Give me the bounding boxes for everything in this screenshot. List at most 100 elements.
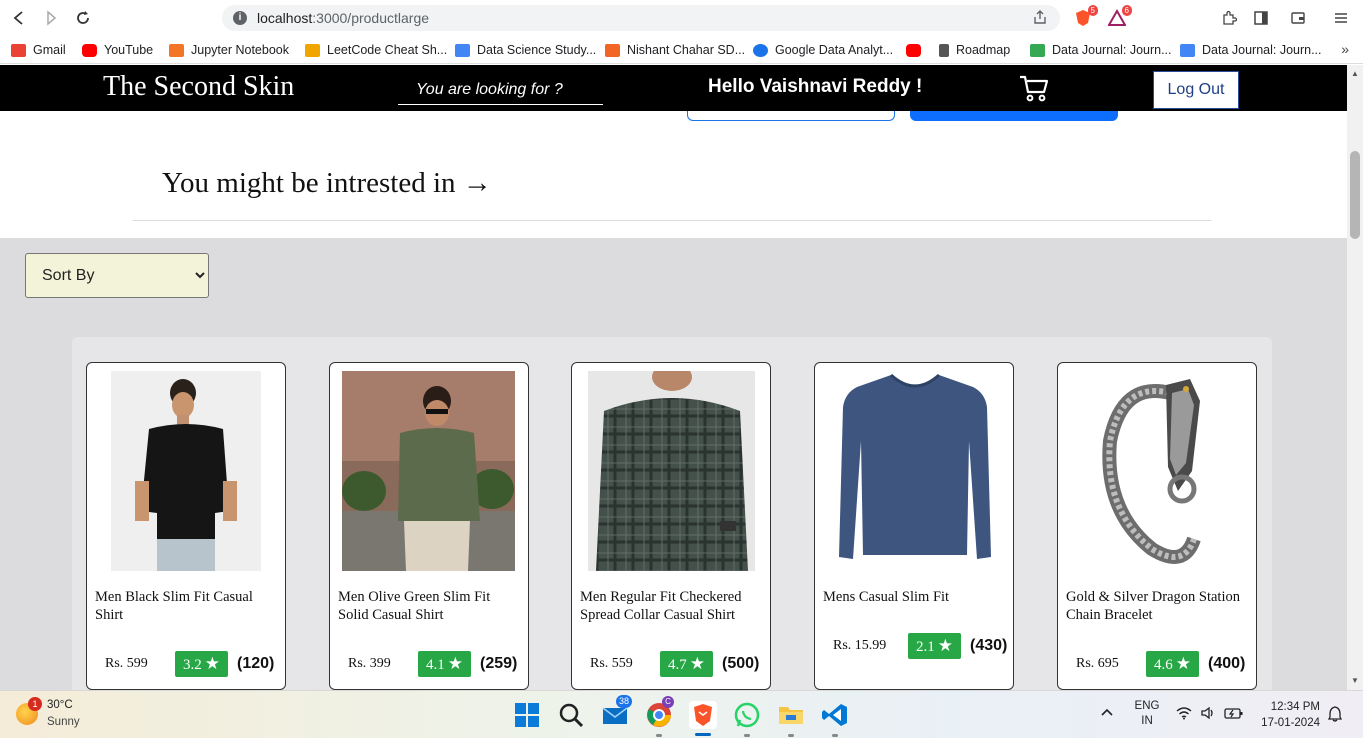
site-info-icon[interactable]: i bbox=[233, 11, 247, 25]
product-name[interactable]: Gold & Silver Dragon Station Chain Brace… bbox=[1066, 588, 1250, 624]
logout-button[interactable]: Log Out bbox=[1153, 71, 1239, 109]
search-icon[interactable] bbox=[557, 701, 585, 729]
product-image[interactable] bbox=[1082, 371, 1232, 571]
mail-icon[interactable]: 38 bbox=[601, 695, 633, 729]
product-card[interactable]: Men Black Slim Fit Casual Shirt Rs. 599 … bbox=[86, 362, 286, 690]
star-icon: ★ bbox=[204, 654, 220, 673]
jupyter-icon bbox=[169, 43, 184, 57]
whatsapp-running-indicator bbox=[744, 734, 750, 737]
product-name[interactable]: Men Olive Green Slim Fit Solid Casual Sh… bbox=[338, 588, 522, 624]
brand-logo[interactable]: The Second Skin bbox=[103, 71, 294, 103]
menu-icon[interactable] bbox=[1333, 10, 1349, 30]
chrome-profile-icon: C bbox=[662, 696, 674, 708]
sort-by-select[interactable]: Sort By bbox=[25, 253, 209, 298]
brave-rewards-icon[interactable]: 6 bbox=[1107, 5, 1132, 27]
product-image[interactable] bbox=[111, 371, 261, 571]
coursera-icon bbox=[753, 43, 768, 57]
partial-outline-button[interactable] bbox=[687, 111, 895, 121]
bookmark-youtube[interactable]: YouTube bbox=[82, 42, 153, 58]
chrome-icon[interactable]: C bbox=[645, 696, 674, 729]
more-bookmarks-icon[interactable]: » bbox=[1341, 41, 1349, 57]
product-price: Rs. 599 bbox=[105, 656, 148, 671]
product-card[interactable]: Gold & Silver Dragon Station Chain Brace… bbox=[1057, 362, 1257, 690]
bookmark-label: Data Journal: Journ... bbox=[1052, 43, 1172, 57]
wallet-icon[interactable] bbox=[1290, 10, 1306, 30]
star-icon: ★ bbox=[1175, 654, 1191, 673]
reload-icon[interactable] bbox=[73, 8, 93, 28]
user-greeting: Hello Vaishnavi Reddy ! bbox=[708, 76, 923, 97]
forward-icon[interactable] bbox=[41, 8, 61, 28]
product-card[interactable]: Men Regular Fit Checkered Spread Collar … bbox=[571, 362, 771, 690]
rating-count: (500) bbox=[722, 655, 760, 672]
system-clock[interactable]: 12:34 PM 17-01-2024 bbox=[1258, 699, 1320, 731]
bookmark-gmail[interactable]: Gmail bbox=[11, 42, 66, 58]
rating-value: 4.6 bbox=[1154, 657, 1173, 673]
products-panel: Men Black Slim Fit Casual Shirt Rs. 599 … bbox=[72, 337, 1272, 690]
bookmarks-bar: Gmail YouTube Jupyter Notebook LeetCode … bbox=[0, 36, 1363, 64]
share-icon[interactable] bbox=[1032, 9, 1048, 28]
rating-badge: 3.2 ★ bbox=[175, 651, 228, 677]
product-name[interactable]: Men Regular Fit Checkered Spread Collar … bbox=[580, 588, 764, 624]
notification-bell-icon[interactable] bbox=[1327, 706, 1343, 727]
weather-description[interactable]: Sunny bbox=[47, 716, 80, 728]
product-card[interactable]: Mens Casual Slim Fit Rs. 15.99 2.1 ★ (430… bbox=[814, 362, 1014, 690]
product-name[interactable]: Mens Casual Slim Fit bbox=[823, 588, 1007, 606]
url-text[interactable]: localhost:3000/productlarge bbox=[257, 10, 429, 26]
bookmark-roadmap[interactable]: Roadmap bbox=[939, 42, 1010, 58]
sidebar-icon[interactable] bbox=[1253, 10, 1269, 30]
star-icon: ★ bbox=[447, 654, 463, 673]
page-scrollbar[interactable]: ▲ ▼ bbox=[1347, 65, 1363, 690]
bookmark-google-data-analytics[interactable]: Google Data Analyt... bbox=[753, 42, 893, 58]
scroll-down-icon[interactable]: ▼ bbox=[1351, 676, 1359, 685]
scroll-thumb[interactable] bbox=[1350, 151, 1360, 239]
bookmark-data-science-study[interactable]: Data Science Study... bbox=[455, 42, 596, 58]
wifi-icon[interactable] bbox=[1176, 706, 1192, 725]
bookmark-jupyter[interactable]: Jupyter Notebook bbox=[169, 42, 289, 58]
url-host: localhost bbox=[257, 10, 313, 26]
bookmark-youtube-2[interactable] bbox=[906, 42, 928, 58]
taskbar: 1 30°C Sunny 38 C ENG IN 12:34 PM 17-01-… bbox=[0, 690, 1363, 738]
bookmark-nishant-chahar[interactable]: Nishant Chahar SD... bbox=[605, 42, 745, 58]
scroll-up-icon[interactable]: ▲ bbox=[1351, 69, 1359, 78]
brave-shields-count: 5 bbox=[1087, 5, 1098, 16]
bookmark-label: Roadmap bbox=[956, 43, 1011, 57]
bookmark-label: Data Journal: Journ... bbox=[1202, 43, 1322, 57]
rating-value: 2.1 bbox=[916, 639, 935, 655]
whatsapp-icon[interactable] bbox=[733, 701, 761, 729]
address-bar[interactable]: i localhost:3000/productlarge bbox=[222, 5, 1060, 31]
bookmark-data-journal-2[interactable]: Data Journal: Journ... bbox=[1180, 42, 1322, 58]
file-explorer-icon[interactable] bbox=[777, 701, 805, 729]
weather-temperature[interactable]: 30°C bbox=[47, 699, 73, 711]
product-price: Rs. 559 bbox=[590, 656, 633, 671]
show-hidden-icons-icon[interactable] bbox=[1100, 705, 1114, 722]
bookmark-leetcode[interactable]: LeetCode Cheat Sh... bbox=[305, 42, 447, 58]
product-card[interactable]: Men Olive Green Slim Fit Solid Casual Sh… bbox=[329, 362, 529, 690]
bookmark-label: Gmail bbox=[33, 43, 66, 57]
codolio-icon bbox=[605, 43, 620, 57]
clock-time: 12:34 PM bbox=[1270, 701, 1320, 713]
product-price: Rs. 399 bbox=[348, 656, 391, 671]
product-image[interactable] bbox=[342, 371, 515, 571]
gmail-icon bbox=[11, 43, 26, 57]
search-wrapper bbox=[398, 77, 603, 105]
product-image[interactable] bbox=[588, 363, 755, 571]
cart-icon[interactable] bbox=[1019, 74, 1049, 102]
product-price: Rs. 15.99 bbox=[833, 638, 887, 653]
vscode-icon[interactable] bbox=[821, 701, 849, 729]
battery-icon[interactable] bbox=[1224, 706, 1244, 725]
volume-icon[interactable] bbox=[1200, 706, 1216, 725]
brave-browser-icon[interactable] bbox=[689, 701, 717, 729]
search-input[interactable] bbox=[398, 77, 603, 103]
brave-rewards-count: 6 bbox=[1121, 5, 1132, 16]
partial-primary-button[interactable] bbox=[910, 111, 1118, 121]
back-icon[interactable] bbox=[9, 8, 29, 28]
product-image[interactable] bbox=[835, 371, 995, 571]
extensions-icon[interactable] bbox=[1221, 10, 1238, 30]
language-indicator[interactable]: ENG IN bbox=[1134, 699, 1160, 729]
windows-start-icon[interactable] bbox=[513, 701, 541, 729]
brave-shields-icon[interactable]: 5 bbox=[1074, 5, 1098, 27]
browser-toolbar: i localhost:3000/productlarge 5 6 bbox=[0, 0, 1363, 36]
product-name[interactable]: Men Black Slim Fit Casual Shirt bbox=[95, 588, 279, 624]
language-code: ENG bbox=[1134, 700, 1160, 712]
bookmark-data-journal-1[interactable]: Data Journal: Journ... bbox=[1030, 42, 1172, 58]
